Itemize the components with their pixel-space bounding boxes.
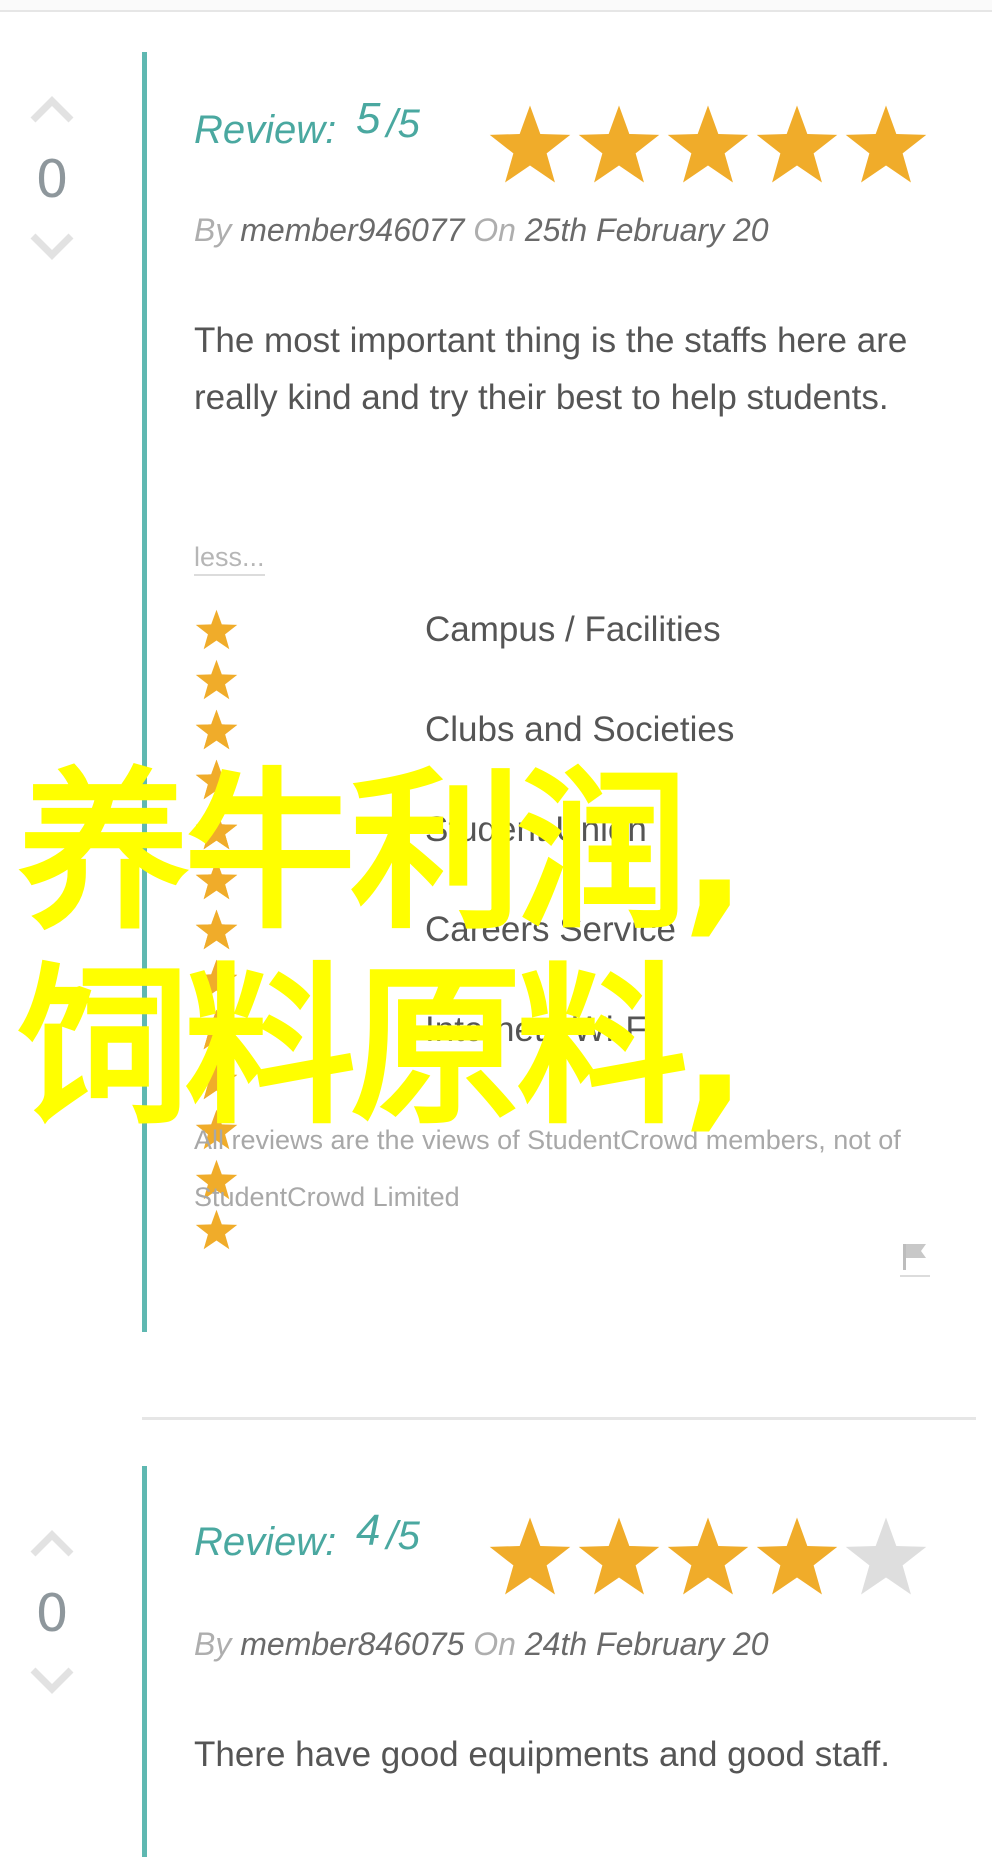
on-label: On — [473, 1626, 516, 1662]
reviews-disclaimer: All reviews are the views of StudentCrow… — [194, 1125, 901, 1212]
star-filled-icon — [667, 1517, 749, 1595]
vote-count: 0 — [35, 150, 69, 210]
star-filled-icon — [195, 759, 238, 800]
star-filled-icon — [756, 105, 838, 183]
star-filled-icon — [489, 105, 571, 183]
review-text: The most important thing is the staffs h… — [194, 321, 908, 417]
flag-icon[interactable] — [900, 1240, 930, 1278]
score-max: 5 — [397, 102, 420, 146]
review-date: 25th February 20 — [524, 212, 769, 248]
review-label: Review: — [194, 1520, 337, 1564]
score-value: 5 — [356, 94, 381, 143]
review-card: 0 Review: 5/5 By member946077 On 25th Fe… — [0, 52, 992, 1332]
downvote-arrow-icon[interactable] — [29, 232, 75, 262]
review-header: Review: 4/5 — [194, 1506, 954, 1595]
downvote-arrow-icon[interactable] — [29, 1666, 75, 1696]
star-filled-icon — [195, 1059, 238, 1100]
star-filled-icon — [195, 859, 238, 900]
review-byline: By member946077 On 25th February 20 — [194, 212, 769, 249]
vote-widget: 0 — [20, 1528, 84, 1696]
review-date: 24th February 20 — [524, 1626, 769, 1662]
less-link[interactable]: less... — [194, 542, 265, 576]
star-filled-icon — [195, 659, 238, 700]
star-empty-icon — [845, 1517, 927, 1595]
overall-stars — [486, 102, 931, 186]
star-filled-icon — [756, 1517, 838, 1595]
star-filled-icon — [195, 909, 238, 950]
category-name: Careers Service — [425, 910, 676, 949]
score-value: 4 — [356, 1506, 381, 1555]
review-divider — [142, 1417, 976, 1420]
by-label: By — [194, 1626, 232, 1662]
on-label: On — [473, 212, 516, 248]
star-filled-icon — [195, 1009, 238, 1050]
star-filled-icon — [578, 105, 660, 183]
review-author[interactable]: member846075 — [240, 1626, 464, 1662]
star-filled-icon — [667, 105, 749, 183]
score-max: 5 — [397, 1514, 420, 1558]
category-name: Campus / Facilities — [425, 610, 721, 649]
category-name: Internet / Wi-Fi — [425, 1010, 655, 1049]
category-name: Student Union — [425, 810, 647, 849]
review-accent-line — [142, 52, 147, 1332]
star-filled-icon — [845, 105, 927, 183]
review-author[interactable]: member946077 — [240, 212, 464, 248]
review-score: 5/5 — [356, 94, 420, 146]
review-card: 0 Review: 4/5 By member846075 On 24th Fe… — [0, 1466, 992, 1857]
star-filled-icon — [195, 959, 238, 1000]
category-name: Clubs and Societies — [425, 710, 735, 749]
star-filled-icon — [578, 1517, 660, 1595]
review-label: Review: — [194, 108, 337, 152]
upvote-arrow-icon[interactable] — [29, 94, 75, 124]
by-label: By — [194, 212, 232, 248]
overall-stars — [486, 1514, 931, 1598]
vote-count: 0 — [35, 1584, 69, 1644]
star-filled-icon — [195, 609, 238, 650]
review-header: Review: 5/5 — [194, 94, 954, 183]
star-filled-icon — [195, 809, 238, 850]
review-accent-line — [142, 1466, 147, 1857]
star-filled-icon — [195, 709, 238, 750]
star-filled-icon — [489, 1517, 571, 1595]
review-byline: By member846075 On 24th February 20 — [194, 1626, 769, 1663]
review-score: 4/5 — [356, 1506, 420, 1558]
top-bar — [0, 0, 992, 12]
review-text: There have good equipments and good staf… — [194, 1735, 890, 1774]
upvote-arrow-icon[interactable] — [29, 1528, 75, 1558]
vote-widget: 0 — [20, 94, 84, 262]
